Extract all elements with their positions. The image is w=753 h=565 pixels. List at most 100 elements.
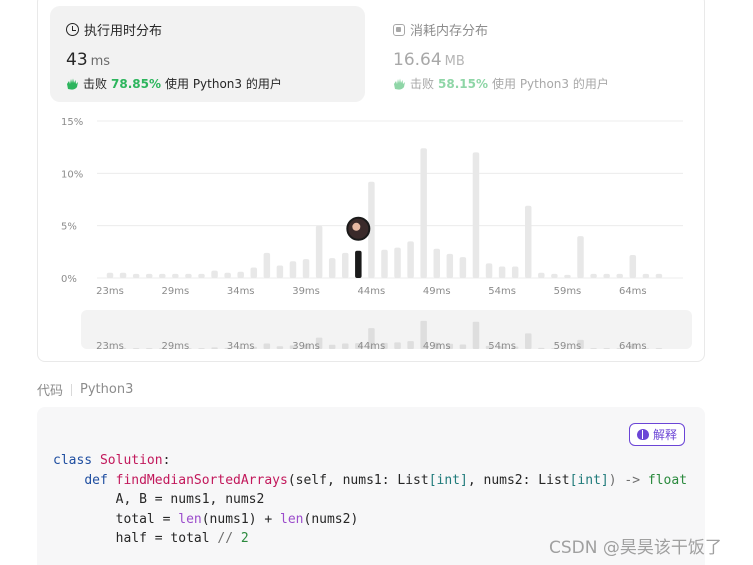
chart-bar[interactable] — [603, 273, 610, 278]
chart-bar[interactable] — [551, 273, 558, 278]
chart-bar[interactable] — [538, 272, 545, 278]
navigator-bar — [603, 348, 610, 349]
chart-bar[interactable] — [485, 263, 493, 278]
brain-icon — [636, 429, 649, 440]
chart-bar[interactable] — [342, 252, 349, 278]
punctuation: : — [162, 453, 171, 468]
chart-bar[interactable] — [237, 271, 244, 278]
type-name: List — [538, 472, 570, 488]
chart-bar[interactable] — [655, 273, 663, 278]
chart-bar[interactable] — [577, 236, 584, 278]
navigator-bar — [538, 347, 545, 349]
chart-bar[interactable] — [511, 266, 519, 278]
chart-bar[interactable] — [420, 148, 427, 278]
x-tick-label: 34ms — [227, 286, 255, 297]
y-tick-label: 5% — [61, 222, 77, 233]
y-tick-label: 15% — [61, 117, 83, 128]
x-tick-label: 54ms — [488, 286, 516, 297]
code-line: total = len(nums1) + len(nums2) — [53, 510, 687, 530]
y-tick-label: 0% — [61, 274, 77, 285]
code-text: A, B = nums1, nums2 — [115, 492, 265, 507]
navigator-tick-label: 54ms — [488, 341, 516, 352]
navigator-bar — [407, 341, 414, 349]
x-tick-label: 23ms — [96, 286, 124, 297]
chart-bar[interactable] — [224, 272, 231, 278]
navigator-bar — [263, 343, 271, 349]
chart-bar[interactable] — [172, 273, 179, 278]
chart-bar-selected[interactable] — [355, 250, 362, 278]
code-line: A, B = nums1, nums2 — [53, 490, 687, 510]
navigator-tick-label: 39ms — [292, 341, 320, 352]
code-line: def findMedianSortedArrays(self, nums1: … — [53, 471, 687, 491]
builtin: len — [280, 511, 304, 527]
chart-bar[interactable] — [524, 205, 532, 278]
chart-bar[interactable] — [616, 273, 623, 278]
navigator-bar — [524, 333, 532, 349]
chart-bar[interactable] — [381, 249, 388, 278]
chart-bar[interactable] — [302, 259, 310, 278]
chart-bar[interactable] — [642, 273, 650, 278]
navigator-tick-label: 49ms — [423, 341, 451, 352]
explain-button[interactable]: 解释 — [629, 423, 685, 446]
navigator-bar — [342, 343, 349, 349]
navigator-bar — [276, 346, 284, 349]
chart-bar[interactable] — [185, 273, 192, 278]
chart-bar[interactable] — [159, 273, 166, 278]
chart-bar[interactable] — [459, 257, 467, 278]
chart-bar[interactable] — [472, 152, 480, 278]
chart-bar[interactable] — [263, 252, 271, 278]
keyword: class — [53, 453, 93, 468]
chart-bar[interactable] — [407, 241, 414, 278]
runtime-distribution-chart[interactable]: 15% 10% 5% 0% 23ms 29ms 34ms 39ms 44ms 49ms 54ms 59… — [0, 0, 753, 360]
chart-bar[interactable] — [315, 225, 323, 278]
navigator-tick-label: 29ms — [162, 341, 190, 352]
code-language-row: 代码 Python3 — [37, 380, 133, 399]
code-text: (self, nums1: — [287, 472, 398, 488]
code-text: ) -> — [608, 472, 648, 488]
chart-bar[interactable] — [394, 247, 401, 278]
chart-bar[interactable] — [289, 261, 297, 278]
chart-bar[interactable] — [328, 258, 336, 278]
chart-bar[interactable] — [106, 272, 114, 278]
chart-bar[interactable] — [433, 248, 441, 278]
watermark: CSDN @昊昊该干饭了 — [549, 538, 722, 558]
x-tick-label: 29ms — [162, 286, 190, 297]
chart-bar[interactable] — [132, 273, 140, 278]
chart-bar[interactable] — [629, 254, 637, 278]
chart-bar[interactable] — [198, 273, 205, 278]
operator: // — [217, 531, 234, 546]
chart-bar[interactable] — [119, 272, 127, 278]
navigator-tick-label: 44ms — [358, 341, 386, 352]
type-param: [int] — [428, 472, 468, 488]
divider — [71, 383, 73, 396]
code-text: total = — [115, 511, 179, 527]
code-language: Python3 — [80, 382, 134, 397]
avatar-glyph — [352, 222, 361, 231]
chart-bar[interactable] — [564, 274, 571, 278]
chart-bar[interactable] — [211, 270, 218, 278]
navigator-bar — [211, 347, 218, 349]
navigator-bar — [198, 348, 205, 349]
navigator-bar — [132, 348, 140, 349]
chart-bar[interactable] — [276, 265, 284, 278]
navigator-bar — [590, 348, 597, 349]
code-line: class Solution: — [53, 451, 687, 471]
chart-bar[interactable] — [250, 267, 258, 278]
navigator-bar — [328, 344, 336, 349]
navigator-bar — [394, 342, 401, 349]
chart-bar[interactable] — [145, 273, 153, 278]
function-name: findMedianSortedArrays — [115, 472, 288, 488]
explain-button-label: 解释 — [652, 428, 677, 442]
x-tick-label: 59ms — [554, 286, 582, 297]
navigator-bar — [145, 348, 153, 349]
chart-bar[interactable] — [446, 253, 454, 278]
x-tick-label: 44ms — [358, 286, 386, 297]
chart-bar[interactable] — [590, 273, 597, 278]
navigator-tick-label: 34ms — [227, 341, 255, 352]
keyword: def — [84, 472, 108, 488]
code-text: (nums2) — [303, 511, 359, 527]
x-tick-label: 64ms — [619, 286, 647, 297]
code-text: half = total — [115, 531, 218, 546]
chart-bar[interactable] — [498, 266, 506, 278]
x-tick-label: 39ms — [292, 286, 320, 297]
